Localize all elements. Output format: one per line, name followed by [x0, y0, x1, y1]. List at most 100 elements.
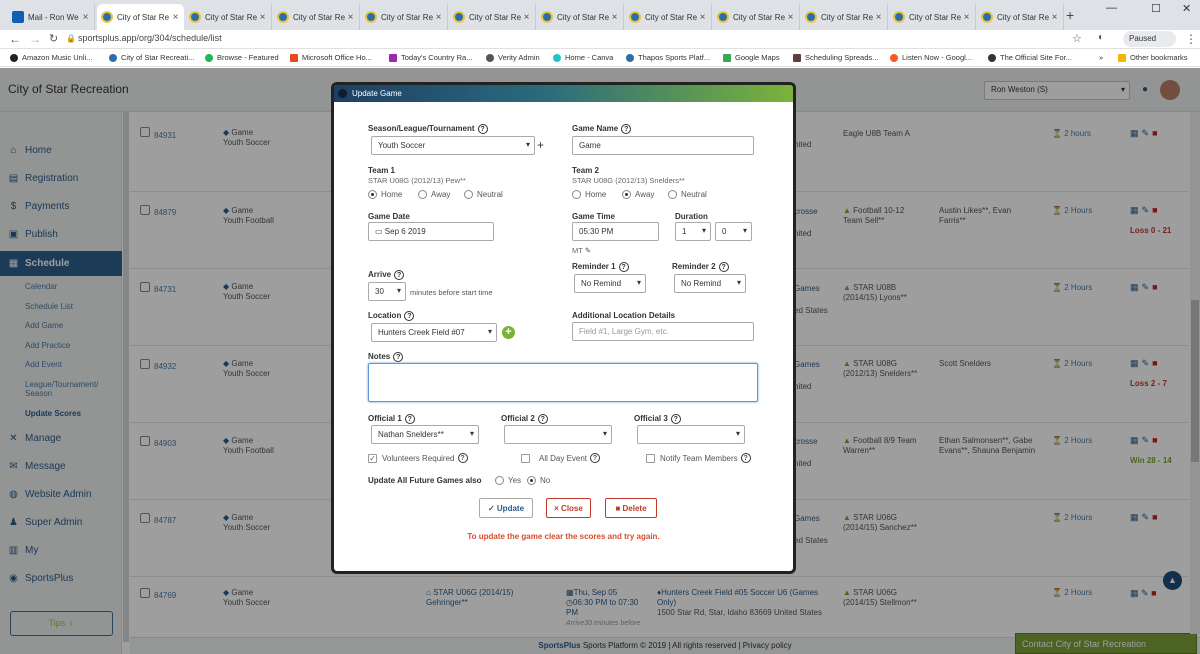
official2-select[interactable] — [504, 425, 612, 444]
maximize-icon[interactable]: ☐ — [1151, 2, 1161, 15]
browser-tab[interactable]: City of Star Re × — [889, 4, 976, 30]
browser-tab[interactable]: City of Star Re × — [537, 4, 624, 30]
team1-neutral-radio[interactable]: Neutral — [464, 190, 503, 199]
team2-home-radio[interactable]: Home — [572, 190, 606, 199]
help-icon[interactable]: ? — [618, 262, 629, 272]
help-icon[interactable]: ? — [404, 311, 415, 321]
volunteers-checkbox[interactable]: ✓ Volunteers Required? — [368, 453, 468, 463]
close-icon[interactable]: × — [786, 12, 795, 23]
close-icon[interactable]: × — [522, 12, 531, 23]
help-icon[interactable]: ? — [537, 414, 548, 424]
browser-tab[interactable]: City of Star Re × — [449, 4, 536, 30]
more-bookmarks-icon[interactable]: » — [1099, 53, 1103, 62]
arrive-select[interactable]: 30 — [368, 282, 406, 301]
team2-away-radio[interactable]: Away — [622, 190, 654, 199]
reminder1-select[interactable]: No Remind — [574, 274, 646, 293]
add-location-icon[interactable]: + — [502, 326, 515, 339]
help-icon[interactable]: ? — [718, 262, 729, 272]
back-icon[interactable]: ← — [9, 32, 21, 46]
location-select[interactable]: Hunters Creek Field #07 — [371, 323, 497, 342]
official3-select[interactable] — [637, 425, 745, 444]
team1-away-radio[interactable]: Away — [418, 190, 450, 199]
browser-tab-active[interactable]: City of Star Re × — [97, 4, 184, 30]
calendar-icon: ▭ — [375, 227, 385, 236]
close-button[interactable]: × Close — [546, 498, 591, 518]
update-button[interactable]: ✓ Update — [479, 498, 533, 518]
team2-neutral-radio[interactable]: Neutral — [668, 190, 707, 199]
close-icon[interactable]: × — [258, 12, 267, 23]
help-icon[interactable]: ? — [477, 124, 488, 134]
all-day-checkbox[interactable]: All Day Event? — [521, 453, 601, 463]
browser-tab[interactable]: Mail - Ron We × — [8, 4, 95, 30]
help-icon[interactable]: ? — [590, 453, 601, 463]
help-icon[interactable]: ? — [670, 414, 681, 424]
browser-tab[interactable]: City of Star Re × — [273, 4, 360, 30]
new-tab-button[interactable]: + — [1066, 7, 1074, 23]
close-icon[interactable]: × — [1050, 12, 1059, 23]
maps-icon — [723, 53, 731, 62]
forward-icon[interactable]: → — [29, 32, 41, 46]
minimize-icon[interactable]: — — [1106, 2, 1117, 14]
paused-profile-button[interactable]: Paused — [1123, 31, 1176, 47]
bookmark[interactable]: Home - Canva — [553, 53, 613, 62]
bookmark[interactable]: Thapos Sports Platf... — [626, 53, 710, 62]
game-date-input[interactable]: ▭ Sep 6 2019 — [368, 222, 494, 241]
bookmark[interactable]: Today's Country Ra... — [389, 53, 472, 62]
edit-icon[interactable]: ✎ — [585, 246, 591, 255]
delete-button[interactable]: ■ Delete — [605, 498, 657, 518]
browser-tab[interactable]: City of Star Re × — [977, 4, 1064, 30]
close-icon[interactable]: × — [610, 12, 619, 23]
bookmark[interactable]: Listen Now - Googl... — [890, 53, 972, 62]
close-icon[interactable]: × — [346, 12, 355, 23]
close-icon[interactable]: × — [171, 12, 180, 23]
window-close-icon[interactable]: ✕ — [1182, 2, 1191, 15]
bookmark[interactable]: Scheduling Spreads... — [793, 53, 878, 62]
bookmark[interactable]: Verity Admin — [486, 53, 540, 62]
star-icon[interactable]: ☆ — [1072, 32, 1082, 45]
notify-checkbox[interactable]: Notify Team Members? — [646, 453, 751, 463]
team1-value: STAR U08G (2012/13) Pew** — [368, 176, 466, 185]
game-name-input[interactable]: Game — [572, 136, 754, 155]
bookmark[interactable]: The Official Site For... — [988, 53, 1072, 62]
add-season-icon[interactable]: + — [537, 138, 544, 152]
reload-icon[interactable]: ↻ — [49, 32, 58, 45]
notes-textarea[interactable] — [368, 363, 758, 402]
bookmark-folder[interactable]: Other bookmarks — [1118, 53, 1188, 62]
close-icon[interactable]: × — [962, 12, 971, 23]
duration-hours-select[interactable]: 1 — [675, 222, 711, 241]
browser-tab[interactable]: City of Star Re × — [801, 4, 888, 30]
close-icon[interactable]: × — [434, 12, 443, 23]
bookmark[interactable]: Google Maps — [723, 53, 780, 62]
browser-tab[interactable]: City of Star Re × — [625, 4, 712, 30]
close-icon[interactable]: × — [81, 12, 90, 23]
duration-minutes-select[interactable]: 0 — [715, 222, 752, 241]
team1-home-radio[interactable]: Home — [368, 190, 402, 199]
extension-icon[interactable]: ◐ — [1098, 32, 1104, 43]
help-icon[interactable]: ? — [621, 124, 632, 134]
addl-location-label: Additional Location Details — [572, 311, 676, 320]
bookmark[interactable]: Microsoft Office Ho... — [290, 53, 372, 62]
help-icon[interactable]: ? — [394, 270, 405, 280]
bookmark[interactable]: Browse - Featured — [205, 53, 279, 62]
reminder2-select[interactable]: No Remind — [674, 274, 746, 293]
bookmark[interactable]: Amazon Music Unli... — [10, 53, 92, 62]
browser-tab[interactable]: City of Star Re × — [713, 4, 800, 30]
help-icon[interactable]: ? — [740, 453, 751, 463]
bookmark[interactable]: City of Star Recreati... — [109, 53, 194, 62]
future-yes-radio[interactable]: Yes — [495, 476, 521, 485]
close-icon[interactable]: × — [874, 12, 883, 23]
browser-tab[interactable]: City of Star Re × — [185, 4, 272, 30]
addl-location-input[interactable]: Field #1, Large Gym, etc. — [572, 322, 754, 341]
official1-select[interactable]: Nathan Snelders** — [371, 425, 479, 444]
future-no-radio[interactable]: No — [527, 476, 550, 485]
close-icon[interactable]: × — [698, 12, 707, 23]
season-select[interactable]: Youth Soccer — [371, 136, 535, 155]
browser-tab[interactable]: City of Star Re × — [361, 4, 448, 30]
menu-icon[interactable]: ⋮ — [1185, 32, 1197, 46]
help-icon[interactable]: ? — [393, 352, 404, 362]
help-icon[interactable]: ? — [457, 453, 468, 463]
update-future-label: Update All Future Games also — [368, 476, 482, 485]
help-icon[interactable]: ? — [404, 414, 415, 424]
game-time-input[interactable]: 05:30 PM — [572, 222, 659, 241]
address-input[interactable]: sportsplus.app/org/304/schedule/list — [78, 33, 222, 43]
